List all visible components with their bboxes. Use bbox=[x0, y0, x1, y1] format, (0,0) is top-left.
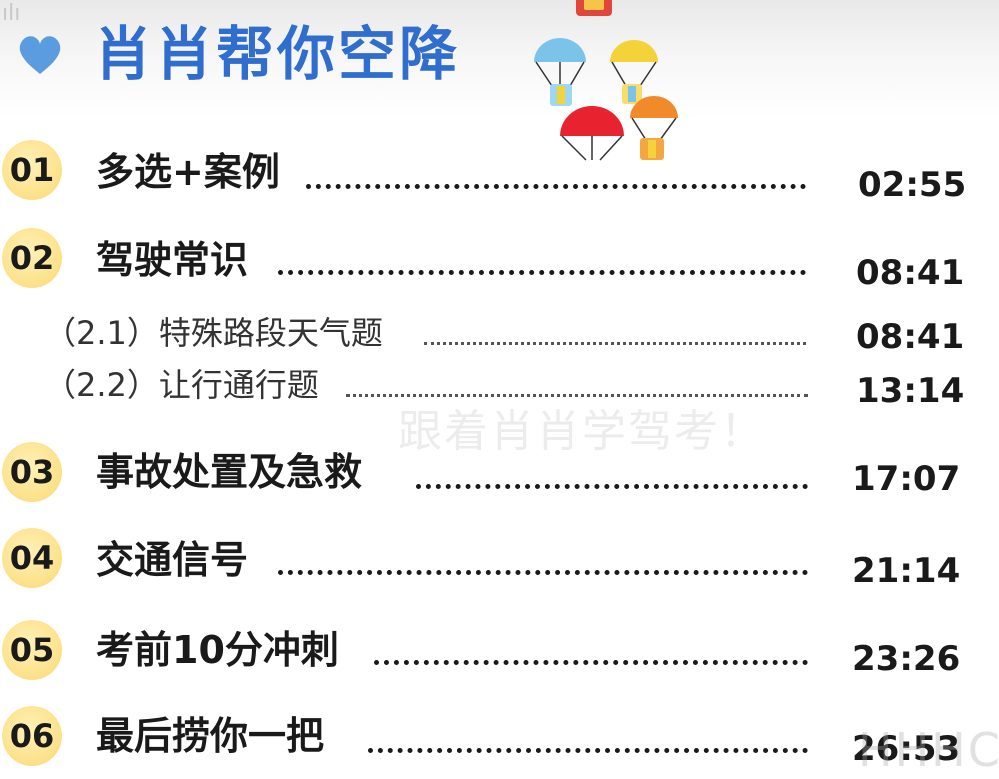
leader-dots bbox=[346, 394, 808, 397]
leader-dots bbox=[368, 748, 808, 753]
subitem-time: 13:14 bbox=[856, 371, 965, 411]
item-number-badge: 01 bbox=[2, 140, 62, 200]
leader-dots bbox=[278, 570, 808, 575]
menu-subitem-2-2[interactable]: （2.2）让行通行题 13:14 bbox=[0, 362, 999, 411]
leader-dots bbox=[416, 484, 808, 489]
item-time: 23:26 bbox=[852, 639, 961, 679]
menu-item-03[interactable]: 03 事故处置及急救 17:07 bbox=[0, 442, 999, 506]
leader-dots bbox=[278, 270, 806, 275]
menu-item-06[interactable]: 06 最后捞你一把 26:53 bbox=[0, 706, 999, 770]
leader-dots bbox=[374, 660, 808, 665]
leader-dots bbox=[424, 342, 806, 345]
menu-item-01[interactable]: 01 多选+案例 02:55 bbox=[0, 140, 999, 205]
subitem-label: （2.1）特殊路段天气题 bbox=[44, 314, 383, 352]
corner-watermark: HHHC bbox=[858, 723, 999, 777]
item-time: 21:14 bbox=[852, 551, 961, 591]
item-number-badge: 04 bbox=[2, 528, 62, 588]
corner-logo-mark: ılı bbox=[2, 1, 21, 26]
item-label: 多选+案例 bbox=[96, 150, 280, 194]
item-label: 事故处置及急救 bbox=[96, 450, 363, 494]
leader-dots bbox=[306, 184, 806, 189]
menu-item-04[interactable]: 04 交通信号 21:14 bbox=[0, 528, 999, 592]
item-label: 考前10分冲刺 bbox=[96, 628, 339, 672]
menu-subitem-2-1[interactable]: （2.1）特殊路段天气题 08:41 bbox=[0, 310, 999, 358]
item-label: 最后捞你一把 bbox=[96, 714, 325, 758]
item-number-badge: 02 bbox=[2, 228, 62, 288]
item-time: 08:41 bbox=[856, 253, 965, 293]
item-number-badge: 05 bbox=[2, 620, 62, 680]
subitem-time: 08:41 bbox=[856, 317, 965, 357]
page-title: 肖肖帮你空降 bbox=[94, 20, 461, 88]
video-frame: ılı 肖肖帮你空降 01 多选+案例 02:55 02 驾驶常识 08:41 … bbox=[0, 0, 999, 779]
menu-item-05[interactable]: 05 考前10分冲刺 23:26 bbox=[0, 620, 999, 684]
item-label: 交通信号 bbox=[96, 538, 249, 582]
item-number-badge: 03 bbox=[2, 442, 62, 502]
item-number-badge: 06 bbox=[2, 706, 62, 766]
item-time: 17:07 bbox=[852, 459, 961, 499]
menu-item-02[interactable]: 02 驾驶常识 08:41 bbox=[0, 228, 999, 293]
heart-icon bbox=[19, 36, 61, 74]
item-label: 驾驶常识 bbox=[96, 238, 249, 282]
subitem-label: （2.2）让行通行题 bbox=[44, 366, 319, 404]
item-time: 02:55 bbox=[858, 165, 967, 205]
